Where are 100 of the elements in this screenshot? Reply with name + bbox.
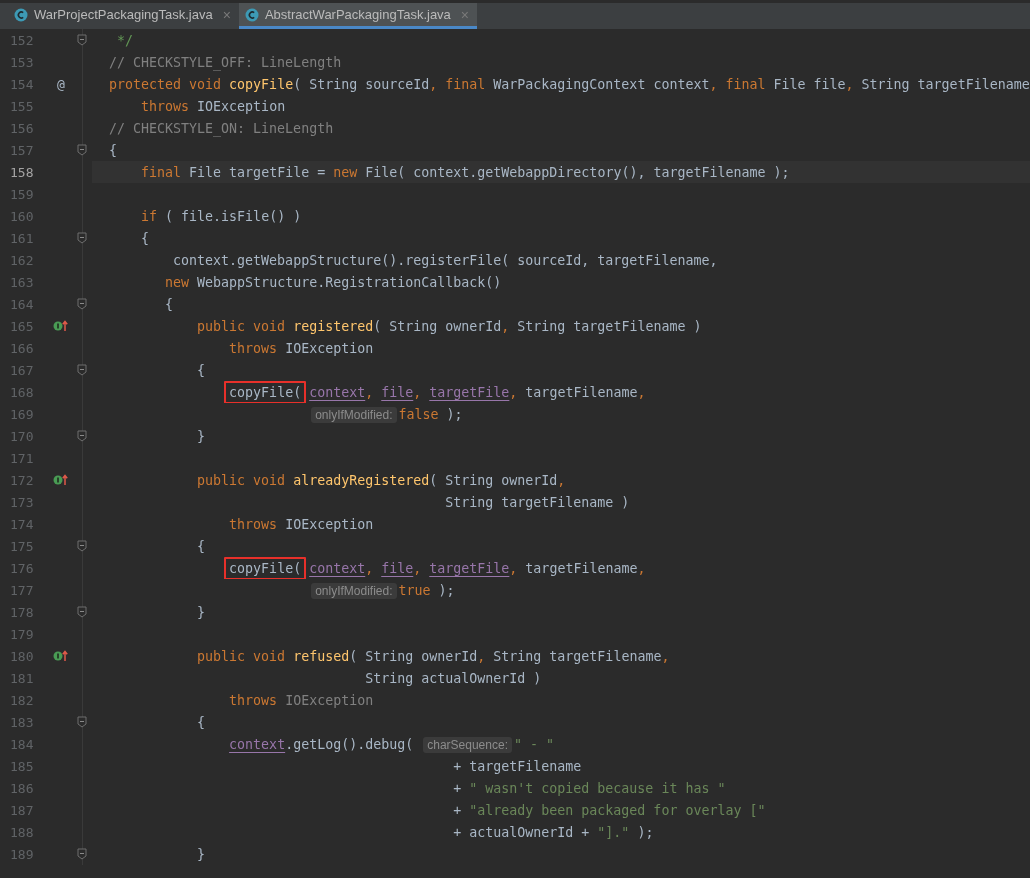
- editor-tab[interactable]: WarProjectPackagingTask.java ×: [8, 3, 239, 29]
- code-line: {: [196, 362, 206, 378]
- code-text: " - ": [513, 736, 554, 752]
- line-number: 170: [9, 428, 35, 444]
- parameter-hint: onlyIfModified:: [311, 406, 397, 423]
- code-text: .getLog().debug(: [285, 736, 415, 752]
- implements-arrow-icon[interactable]: [53, 319, 69, 333]
- line-number: 181: [9, 670, 35, 686]
- line-number: 153: [9, 54, 35, 70]
- fold-marker-icon[interactable]: [77, 232, 87, 244]
- line-number: 164: [9, 296, 35, 312]
- fold-marker-icon[interactable]: [77, 606, 87, 618]
- fold-marker-icon[interactable]: [77, 34, 87, 46]
- override-marker[interactable]: @: [57, 76, 65, 92]
- line-number: 187: [9, 802, 35, 818]
- code-text: targetFile: [429, 384, 510, 400]
- code-line: final File targetFile = new File( context.getWebappDirectory(), targetFilename );: [140, 164, 790, 180]
- parameter-hint: charSequence:: [423, 736, 512, 753]
- code-line: {: [140, 230, 150, 246]
- line-number: 165: [9, 318, 35, 334]
- highlighted-code: copyFile(: [224, 381, 307, 403]
- line-number: 156: [9, 120, 35, 136]
- line-number: 182: [9, 692, 35, 708]
- line-number: 160: [9, 208, 35, 224]
- close-icon[interactable]: ×: [222, 6, 231, 23]
- line-number: 183: [9, 714, 35, 730]
- code-line: + targetFilename: [452, 758, 582, 774]
- code-line: + "already been packaged for overlay [": [452, 802, 766, 818]
- code-text: ,: [365, 560, 375, 576]
- code-line: + " wasn't copied because it has ": [452, 780, 726, 796]
- line-number: 180: [9, 648, 35, 664]
- code-line: if ( file.isFile() ): [140, 208, 302, 224]
- code-line: {: [196, 538, 206, 554]
- code-text: file: [381, 560, 414, 576]
- code-text: false: [398, 406, 439, 422]
- code-line: {: [164, 296, 174, 312]
- line-number: 162: [9, 252, 35, 268]
- line-number: 154: [9, 76, 35, 92]
- code-text: ,: [509, 560, 519, 576]
- fold-marker-icon[interactable]: [77, 298, 87, 310]
- class-icon: [244, 7, 259, 22]
- fold-marker-icon[interactable]: [77, 364, 87, 376]
- editor-tab[interactable]: AbstractWarPackagingTask.java ×: [238, 3, 478, 29]
- class-icon: [14, 7, 28, 22]
- code-text: ,: [413, 384, 423, 400]
- implements-arrow-icon[interactable]: [53, 473, 69, 487]
- line-number: 185: [9, 758, 35, 774]
- code-line: throws IOException: [228, 340, 374, 356]
- fold-marker-icon[interactable]: [77, 848, 87, 860]
- line-number: 163: [9, 274, 35, 290]
- line-number: 167: [9, 362, 35, 378]
- line-number: 177: [9, 582, 35, 598]
- line-number: 173: [9, 494, 35, 510]
- code-line: */: [116, 32, 134, 48]
- line-number: 184: [9, 736, 35, 752]
- fold-marker-icon[interactable]: [77, 540, 87, 552]
- line-number: 174: [9, 516, 35, 532]
- line-number: 161: [9, 230, 35, 246]
- line-number: 186: [9, 780, 35, 796]
- fold-marker-icon[interactable]: [77, 144, 87, 156]
- line-number: 189: [9, 846, 35, 862]
- code-line: // CHECKSTYLE_OFF: LineLength: [109, 54, 342, 70]
- line-number: 179: [9, 626, 35, 642]
- code-text: ,: [637, 560, 646, 576]
- fold-marker-icon[interactable]: [77, 430, 87, 442]
- code-line: context.getWebappStructure().registerFile( sourceId, targetFilename,: [172, 252, 718, 268]
- code-text: file: [381, 384, 414, 400]
- line-number: 175: [9, 538, 35, 554]
- code-text: ,: [509, 384, 519, 400]
- code-line: }: [196, 604, 206, 620]
- line-number: 158: [9, 164, 35, 180]
- code-text: context: [229, 736, 286, 752]
- parameter-hint: onlyIfModified:: [311, 582, 397, 599]
- code-line: public void alreadyRegistered( String ownerId,: [196, 472, 566, 488]
- code-line: public void registered( String ownerId, String targetFilename ): [196, 318, 702, 334]
- code-text: context: [309, 384, 366, 400]
- code-text: targetFilename: [525, 384, 638, 400]
- code-line: public void refused( String ownerId, String targetFilename,: [196, 648, 670, 664]
- code-line: protected void copyFile( String sourceId, final WarPackagingContext context, final File file, String targetFilename: [109, 76, 1030, 92]
- code-line: // CHECKSTYLE_ON: LineLength: [109, 120, 334, 136]
- code-line: throws IOException: [228, 692, 374, 708]
- code-line: {: [109, 142, 117, 158]
- code-line: new WebappStructure.RegistrationCallback(): [164, 274, 502, 290]
- code-text: );: [446, 406, 463, 422]
- code-line: throws IOException: [140, 98, 286, 114]
- line-number: 171: [9, 450, 35, 466]
- code-text: targetFile: [429, 560, 510, 576]
- line-number: 176: [9, 560, 35, 576]
- line-number: 155: [9, 98, 35, 114]
- implements-arrow-icon[interactable]: [53, 649, 69, 663]
- code-text: true: [398, 582, 431, 598]
- highlighted-code: copyFile(: [224, 557, 307, 579]
- code-text: ,: [637, 384, 646, 400]
- code-line: throws IOException: [228, 516, 374, 532]
- fold-marker-icon[interactable]: [77, 716, 87, 728]
- code-text: ,: [365, 384, 375, 400]
- code-line: String targetFilename ): [444, 494, 630, 510]
- code-text: targetFilename: [525, 560, 638, 576]
- line-number: 166: [9, 340, 35, 356]
- line-number: 168: [9, 384, 35, 400]
